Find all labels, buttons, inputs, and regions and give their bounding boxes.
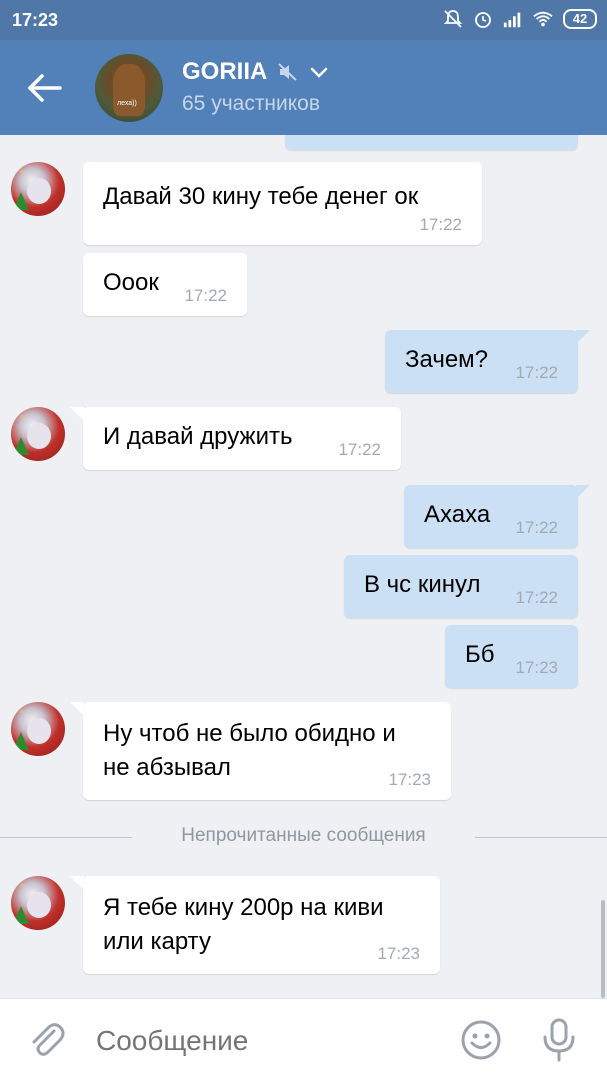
chat-header: леха)) GORIIA 65 участников bbox=[0, 40, 607, 135]
sender-avatar[interactable]: ✶ bbox=[11, 407, 65, 461]
message-time: 17:23 bbox=[377, 944, 420, 963]
participants-count: 65 участников bbox=[182, 92, 321, 115]
unread-divider-label: Непрочитанные сообщения bbox=[181, 825, 426, 846]
microphone-icon[interactable] bbox=[540, 1017, 578, 1063]
message-bubble-in[interactable]: Ну чтоб не было обидно и не абзывал 17:2… bbox=[83, 702, 451, 800]
message-bubble-in[interactable]: Я тебе кину 200р на киви или карту 17:23 bbox=[83, 876, 440, 974]
message-time: 17:22 bbox=[515, 588, 558, 607]
message-time: 17:22 bbox=[184, 286, 227, 305]
back-arrow-icon[interactable] bbox=[22, 68, 66, 108]
alarm-icon bbox=[475, 12, 491, 28]
emoji-icon[interactable] bbox=[460, 1019, 502, 1061]
message-bubble-out[interactable]: Ахаха 17:22 bbox=[404, 485, 578, 548]
bubble-tail bbox=[70, 702, 84, 716]
message-time: 17:22 bbox=[515, 518, 558, 537]
message-time: 17:23 bbox=[515, 658, 558, 677]
muted-speaker-icon bbox=[278, 63, 298, 81]
sender-avatar[interactable]: ✶ bbox=[11, 702, 65, 756]
message-bubble-out[interactable]: Бб 17:23 bbox=[445, 625, 578, 688]
message-bubble-out[interactable]: В чс кинул 17:22 bbox=[344, 555, 578, 618]
message-list[interactable]: ✶ Давай 30 кину тебе денег ок 17:22 Ооок… bbox=[0, 135, 607, 1000]
unread-divider: Непрочитанные сообщения bbox=[0, 825, 607, 846]
bubble-tail bbox=[576, 485, 590, 499]
message-bubble-out-partial[interactable] bbox=[285, 135, 578, 150]
message-bubble-in[interactable]: Ооок 17:22 bbox=[83, 253, 247, 316]
message-text: Ооок bbox=[103, 269, 159, 296]
battery-icon: 42 bbox=[563, 9, 597, 29]
message-input[interactable] bbox=[96, 1019, 436, 1063]
status-bar: 17:23 42 bbox=[0, 0, 607, 40]
message-text-line1: Ну чтоб не было обидно и bbox=[103, 720, 396, 747]
message-text: Зачем? bbox=[405, 346, 489, 373]
avatar-decoration: ✶ bbox=[19, 169, 25, 176]
message-composer bbox=[0, 998, 607, 1080]
message-bubble-out[interactable]: Зачем? 17:22 bbox=[385, 330, 578, 393]
message-time: 17:22 bbox=[419, 215, 462, 234]
bubble-tail bbox=[70, 407, 84, 421]
avatar-caption: леха)) bbox=[117, 100, 137, 107]
avatar-figure bbox=[113, 64, 145, 116]
message-time: 17:22 bbox=[338, 440, 381, 459]
wifi-icon bbox=[533, 11, 553, 27]
message-time: 17:23 bbox=[388, 770, 431, 789]
group-avatar[interactable]: леха)) bbox=[95, 54, 163, 122]
message-text: В чс кинул bbox=[364, 571, 481, 598]
status-time: 17:23 bbox=[12, 10, 59, 30]
paperclip-icon[interactable] bbox=[26, 1019, 66, 1059]
message-text-line1: Я тебе кину 200р на киви bbox=[103, 894, 384, 921]
sender-avatar[interactable]: ✶ bbox=[11, 876, 65, 930]
bubble-tail bbox=[70, 876, 84, 890]
status-icons: 42 bbox=[443, 9, 597, 29]
scrollbar[interactable] bbox=[601, 900, 605, 998]
message-text: Ахаха bbox=[424, 501, 491, 528]
group-title-button[interactable]: GORIIA bbox=[182, 58, 329, 86]
message-text: И давай дружить bbox=[103, 423, 293, 450]
group-title: GORIIA bbox=[182, 58, 268, 85]
message-text-line2: не абзывал bbox=[103, 754, 231, 781]
message-bubble-in[interactable]: Давай 30 кину тебе денег ок 17:22 bbox=[83, 162, 482, 245]
message-text: Бб bbox=[465, 641, 495, 668]
bubble-tail bbox=[576, 330, 590, 344]
mute-notification-icon bbox=[443, 10, 463, 28]
message-text-line2: или карту bbox=[103, 928, 211, 955]
signal-icon bbox=[503, 12, 521, 28]
sender-avatar[interactable]: ✶ bbox=[11, 162, 65, 216]
message-bubble-in[interactable]: И давай дружить 17:22 bbox=[83, 407, 401, 470]
message-time: 17:22 bbox=[515, 363, 558, 382]
chevron-down-icon bbox=[311, 67, 328, 78]
message-text: Давай 30 кину тебе денег ок bbox=[103, 183, 419, 210]
